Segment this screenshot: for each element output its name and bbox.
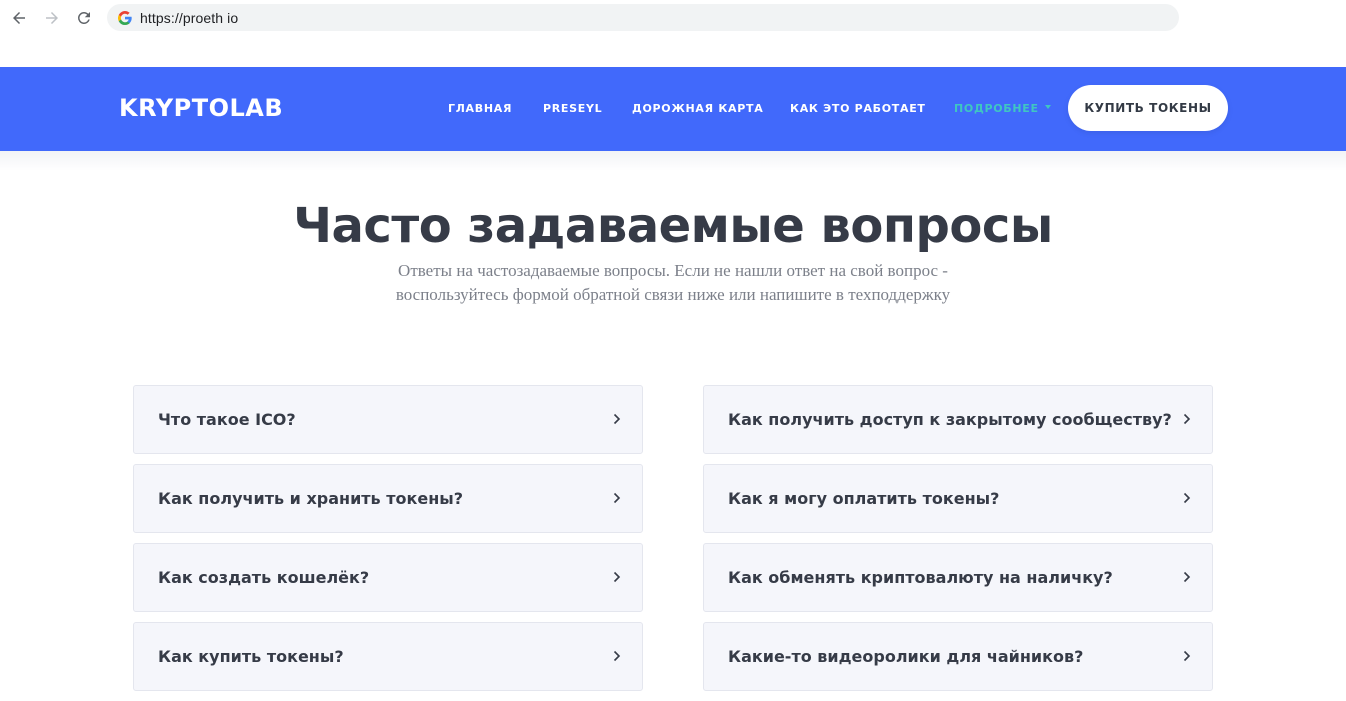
page-subtitle: Ответы на частозадаваемые вопросы. Если … [343, 259, 1003, 307]
faq-question: Как получить и хранить токены? [158, 489, 464, 508]
faq-question: Как я могу оплатить токены? [728, 489, 1000, 508]
chevron-right-icon [1182, 491, 1192, 505]
nav-dropdown-label: ПОДРОБНЕЕ [954, 102, 1039, 115]
faq-question: Как купить токены? [158, 647, 344, 666]
nav-link-how-it-works[interactable]: КАК ЭТО РАБОТАЕТ [790, 102, 926, 115]
site-logo[interactable]: KRYPTOLAB [119, 94, 283, 122]
nav-link-presale[interactable]: PRESEYL [543, 102, 602, 115]
faq-item[interactable]: Какие-то видеоролики для чайников? [703, 622, 1213, 691]
chevron-right-icon [1182, 570, 1192, 584]
faq-question: Что такое ICO? [158, 410, 296, 429]
faq-item[interactable]: Как купить токены? [133, 622, 643, 691]
faq-question: Какие-то видеоролики для чайников? [728, 647, 1084, 666]
faq-item[interactable]: Как я могу оплатить токены? [703, 464, 1213, 533]
address-bar[interactable]: https://proeth io [107, 4, 1179, 31]
chevron-right-icon [612, 491, 622, 505]
header-shadow [0, 151, 1346, 171]
chevron-right-icon [612, 570, 622, 584]
faq-item[interactable]: Как создать кошелёк? [133, 543, 643, 612]
subtitle-line: Ответы на частозадаваемые вопросы. Если … [398, 261, 948, 280]
nav-dropdown-more[interactable]: ПОДРОБНЕЕ [954, 102, 1051, 115]
reload-icon[interactable] [72, 6, 96, 30]
subtitle-line: воспользуйтесь формой обратной связи ниж… [395, 285, 951, 304]
faq-item[interactable]: Что такое ICO? [133, 385, 643, 454]
browser-toolbar: https://proeth io [0, 0, 1346, 36]
forward-arrow-icon[interactable] [40, 6, 64, 30]
faq-item[interactable]: Как получить и хранить токены? [133, 464, 643, 533]
faq-item[interactable]: Как обменять криптовалюту на наличку? [703, 543, 1213, 612]
nav-link-home[interactable]: ГЛАВНАЯ [448, 102, 512, 115]
nav-link-roadmap[interactable]: ДОРОЖНАЯ КАРТА [632, 102, 763, 115]
faq-question: Как обменять криптовалюту на наличку? [728, 568, 1113, 587]
back-arrow-icon[interactable] [7, 6, 31, 30]
chevron-right-icon [1182, 649, 1192, 663]
site-header: KRYPTOLAB ГЛАВНАЯ PRESEYL ДОРОЖНАЯ КАРТА… [0, 67, 1346, 151]
faq-question: Как создать кошелёк? [158, 568, 370, 587]
google-icon [118, 10, 132, 25]
chevron-right-icon [612, 649, 622, 663]
chevron-right-icon [1182, 412, 1192, 426]
buy-tokens-button[interactable]: КУПИТЬ ТОКЕНЫ [1068, 85, 1228, 131]
chevron-right-icon [612, 412, 622, 426]
caret-down-icon [1044, 105, 1051, 109]
url-text: https://proeth io [140, 9, 239, 26]
page-title: Часто задаваемые вопросы [293, 198, 1053, 254]
faq-item[interactable]: Как получить доступ к закрытому сообщест… [703, 385, 1213, 454]
faq-question: Как получить доступ к закрытому сообщест… [728, 410, 1172, 429]
